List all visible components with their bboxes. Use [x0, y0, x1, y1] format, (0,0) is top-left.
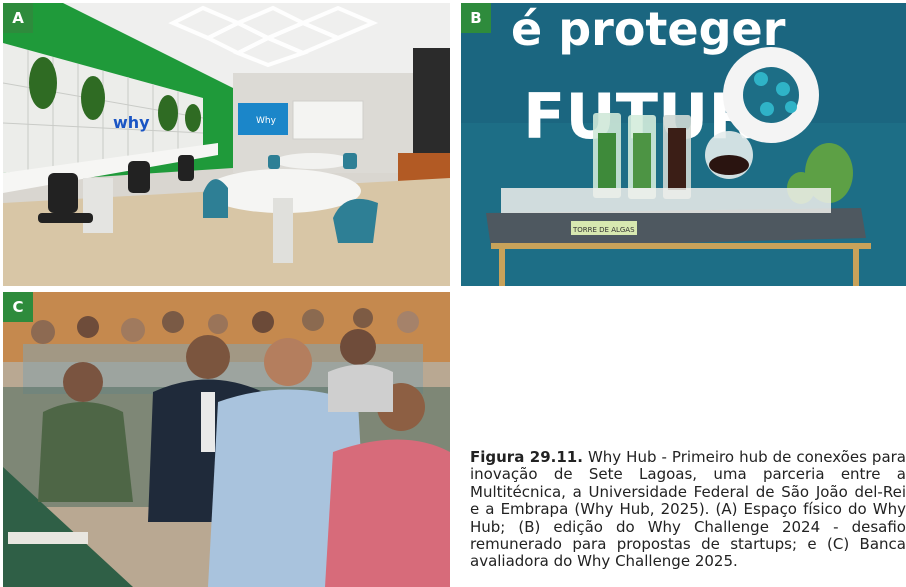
- figure-caption: Figura 29.11. Why Hub - Primeiro hub de …: [470, 448, 906, 571]
- audience-illustration: [3, 292, 450, 587]
- panel-label-c: C: [3, 292, 33, 322]
- panel-label-b: B: [461, 3, 491, 33]
- why-logo: why: [113, 113, 150, 132]
- challenge-display-illustration: é proteger FUTUR: [461, 3, 906, 286]
- photo-why-hub-space: why Why A: [3, 3, 450, 286]
- molecule-logo-icon: [723, 47, 819, 143]
- svg-text:Why: Why: [256, 116, 277, 126]
- photo-evaluation-panel: C: [3, 292, 450, 587]
- banner-top-text: é proteger: [511, 3, 786, 56]
- panel-label-a: A: [3, 3, 33, 33]
- why-hub-room-illustration: why Why: [3, 3, 450, 286]
- caption-text: Why Hub - Primeiro hub de conexões para …: [470, 448, 906, 571]
- photo-why-challenge-display: é proteger FUTUR: [461, 3, 906, 286]
- figure-number: Figura 29.11.: [470, 448, 583, 466]
- svg-text:TORRE DE ALGAS: TORRE DE ALGAS: [572, 226, 635, 234]
